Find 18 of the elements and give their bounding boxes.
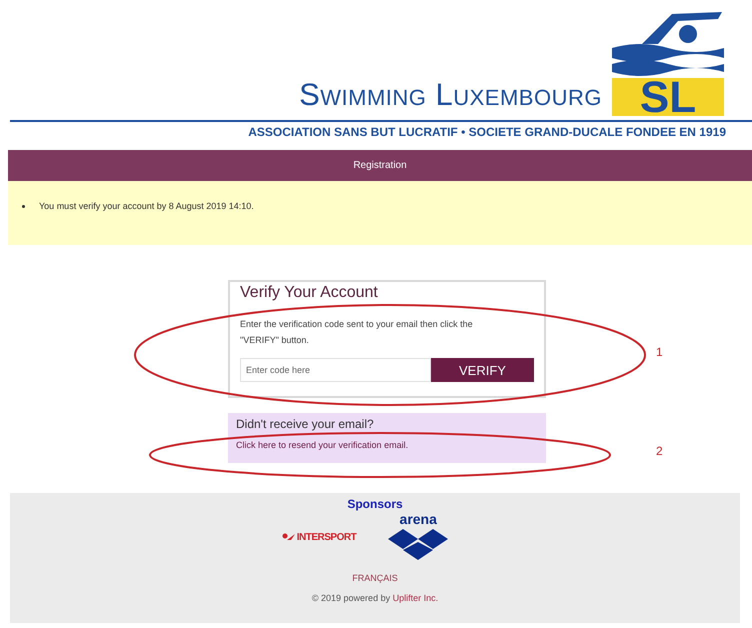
annotation-number: 1 bbox=[656, 345, 663, 359]
instructions-text: Enter the verification code sent to your email then click the "VERIFY" button. bbox=[240, 318, 474, 347]
sponsors-heading: Sponsors bbox=[347, 497, 403, 511]
annotation-number: 2 bbox=[656, 444, 663, 458]
resend-title: Didn't receive your email? bbox=[236, 417, 375, 431]
copyright-text: © 2019 powered by Uplifter Inc. bbox=[312, 593, 438, 603]
logo-wordmark: Swimming Luxembourg bbox=[299, 79, 602, 110]
code-input-field[interactable]: Enter code here bbox=[240, 358, 432, 382]
uplifter-link[interactable]: Uplifter Inc. bbox=[392, 593, 438, 603]
logo-tagline: ASSOCIATION SANS BUT LUCRATIF • SOCIETE GRAND-DUCALE FONDEE EN 1919 bbox=[247, 125, 727, 139]
resend-link[interactable]: Click here to resend your verification email. bbox=[236, 440, 538, 451]
card-title: Verify Your Account bbox=[240, 284, 379, 302]
bullet-icon bbox=[22, 204, 25, 208]
language-link[interactable]: FRANÇAIS bbox=[352, 573, 398, 583]
nav-title: Registration bbox=[353, 160, 407, 171]
sponsor-logo[interactable]: INTERSPORT bbox=[282, 532, 356, 542]
notice-text: You must verify your account by 8 August 2019 14:10. bbox=[39, 201, 254, 211]
verify-button[interactable]: VERIFY bbox=[431, 358, 534, 382]
